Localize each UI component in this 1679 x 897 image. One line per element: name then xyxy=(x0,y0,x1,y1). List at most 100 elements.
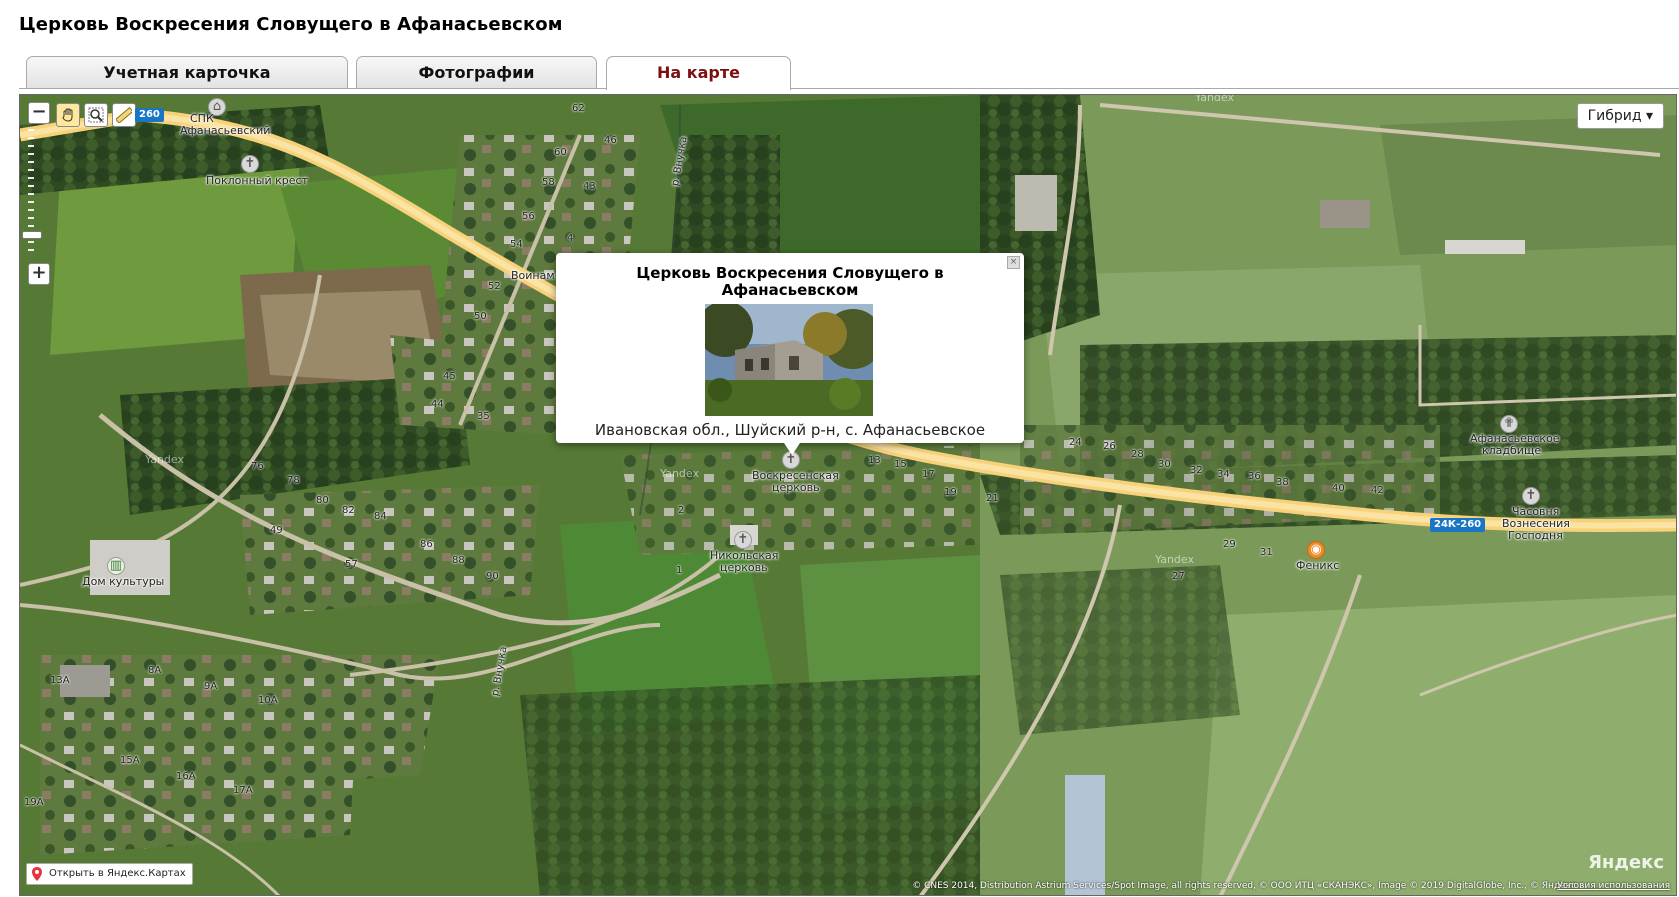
house-number: 82 xyxy=(342,505,355,516)
map-watermark: Yandex xyxy=(1155,553,1194,566)
house-number: 76 xyxy=(251,461,264,472)
map-layer-selector[interactable]: Гибрид ▾ xyxy=(1576,103,1664,129)
tab-photos[interactable]: Фотографии xyxy=(356,56,597,88)
tab-bar: Учетная карточка Фотографии На карте xyxy=(19,56,1679,90)
house-number: 84 xyxy=(374,511,387,522)
house-number: 35 xyxy=(477,411,490,422)
culture-house-icon: ▥ xyxy=(107,557,125,575)
house-number: 40 xyxy=(1332,483,1345,494)
house-number: 58 xyxy=(542,177,555,188)
house-number: 88 xyxy=(452,555,465,566)
house-number: 80 xyxy=(316,495,329,506)
balloon-title: Церковь Воскресения Словущего в Афанасье… xyxy=(636,264,944,299)
house-number: 15А xyxy=(120,755,140,766)
house-number: 8А xyxy=(148,665,162,676)
house-number: 13А xyxy=(50,675,70,686)
house-number: 45 xyxy=(443,371,456,382)
ruler-tool-button[interactable] xyxy=(112,103,136,127)
house-number: 78 xyxy=(287,475,300,486)
map-label-cemetery-2: кладбище xyxy=(1482,444,1542,457)
house-number: 50 xyxy=(474,311,487,322)
zoom-slider-thumb[interactable] xyxy=(22,231,42,239)
tabs-divider xyxy=(19,88,1679,89)
zoom-out-button[interactable]: − xyxy=(28,102,50,124)
balloon-tail xyxy=(784,443,800,455)
map-label-nicholas-church-2: церковь xyxy=(720,561,768,574)
house-number: 21 xyxy=(986,493,999,504)
map-label-resurrection-church-2: церковь xyxy=(772,481,820,494)
road-shield: 260 xyxy=(135,108,164,122)
house-number: 43 xyxy=(583,181,596,192)
church-icon: ✝ xyxy=(734,531,752,549)
house-number: 19А xyxy=(24,797,44,808)
yandex-logo: Яндекс xyxy=(1588,852,1664,873)
house-number: 36 xyxy=(1248,471,1261,482)
open-in-yandex-maps-button[interactable]: Открыть в Яндекс.Картах xyxy=(26,863,193,885)
house-number: 15 xyxy=(894,459,907,470)
zoom-scale[interactable] xyxy=(22,123,42,283)
house-number: 86 xyxy=(420,539,433,550)
house-number: 90 xyxy=(486,571,499,582)
house-number: 32 xyxy=(1190,465,1203,476)
map-watermark: Yandex xyxy=(660,467,699,480)
house-number: 56 xyxy=(522,211,535,222)
terms-of-use-link[interactable]: Условия использования xyxy=(1557,881,1670,891)
house-number: 30 xyxy=(1158,459,1171,470)
map-label-worship-cross: Поклонный крест xyxy=(206,174,308,187)
house-number: 34 xyxy=(1217,469,1230,480)
house-number: 2 xyxy=(678,505,685,516)
restaurant-icon: ◉ xyxy=(1307,541,1325,559)
map-label-feniks: Феникс xyxy=(1296,559,1340,572)
house-number: 26 xyxy=(1103,441,1116,452)
house-number: 44 xyxy=(431,399,444,410)
cemetery-icon: ✟ xyxy=(1500,415,1518,433)
house-number: 62 xyxy=(572,103,585,114)
map-label-culture-house: Дом культуры xyxy=(82,575,165,588)
map-label-chapel-3: Господня xyxy=(1508,529,1563,542)
magnifier-tool-button[interactable] xyxy=(84,103,108,127)
open-in-yandex-maps-label: Открыть в Яндекс.Картах xyxy=(49,868,186,879)
house-number: 27 xyxy=(1172,571,1185,582)
church-photo-image xyxy=(705,304,873,416)
balloon-address: Ивановская обл., Шуйский р-н, с. Афанась… xyxy=(594,421,986,439)
map-label-spk-name: Афанасьевский xyxy=(180,124,271,137)
chapel-icon: ✝ xyxy=(1522,487,1540,505)
satellite-imagery xyxy=(20,95,1676,895)
ruler-icon xyxy=(116,107,132,123)
map-pin-icon xyxy=(32,867,42,889)
map-balloon: × Церковь Воскресения Словущего в Афанас… xyxy=(556,253,1024,455)
map-watermark: Yandex xyxy=(1195,94,1234,104)
house-number: 52 xyxy=(488,281,501,292)
tab-on-map[interactable]: На карте xyxy=(606,56,791,90)
drag-tool-button[interactable] xyxy=(56,103,80,127)
house-number: 29 xyxy=(1223,539,1236,550)
house-number: 1 xyxy=(676,565,683,576)
house-number: 49 xyxy=(270,525,283,536)
road-shield: 24К-260 xyxy=(1430,518,1486,532)
tab-record-card[interactable]: Учетная карточка xyxy=(26,56,348,88)
house-number: 54 xyxy=(510,239,523,250)
house-number: 28 xyxy=(1131,449,1144,460)
house-number: 46 xyxy=(604,135,617,146)
magnifier-icon xyxy=(88,107,104,123)
house-number: 10А xyxy=(258,695,278,706)
zoom-in-button[interactable]: + xyxy=(28,263,50,285)
hand-icon xyxy=(62,108,73,122)
house-number: 16А xyxy=(176,771,196,782)
map-view[interactable]: − + Гибрид ▾ 260 24К-260 ⌂ СПК Афанасьев… xyxy=(19,94,1677,896)
map-copyright: © CNES 2014, Distribution Astrium Servic… xyxy=(912,881,1576,891)
map-label-memorial: Воинам- xyxy=(511,269,559,282)
house-number: 24 xyxy=(1069,437,1082,448)
house-number: 13 xyxy=(868,455,881,466)
page-title: Церковь Воскресения Словущего в Афанасье… xyxy=(19,14,563,35)
church-photo[interactable] xyxy=(705,304,873,416)
cross-icon: ✝ xyxy=(241,155,259,173)
house-number: 17 xyxy=(922,469,935,480)
house-number: 4 xyxy=(567,233,574,244)
house-number: 31 xyxy=(1260,547,1273,558)
house-number: 42 xyxy=(1371,485,1384,496)
house-number: 19 xyxy=(944,487,957,498)
house-number: 38 xyxy=(1276,477,1289,488)
balloon-close-button[interactable]: × xyxy=(1007,256,1020,269)
house-number: 9А xyxy=(204,681,218,692)
